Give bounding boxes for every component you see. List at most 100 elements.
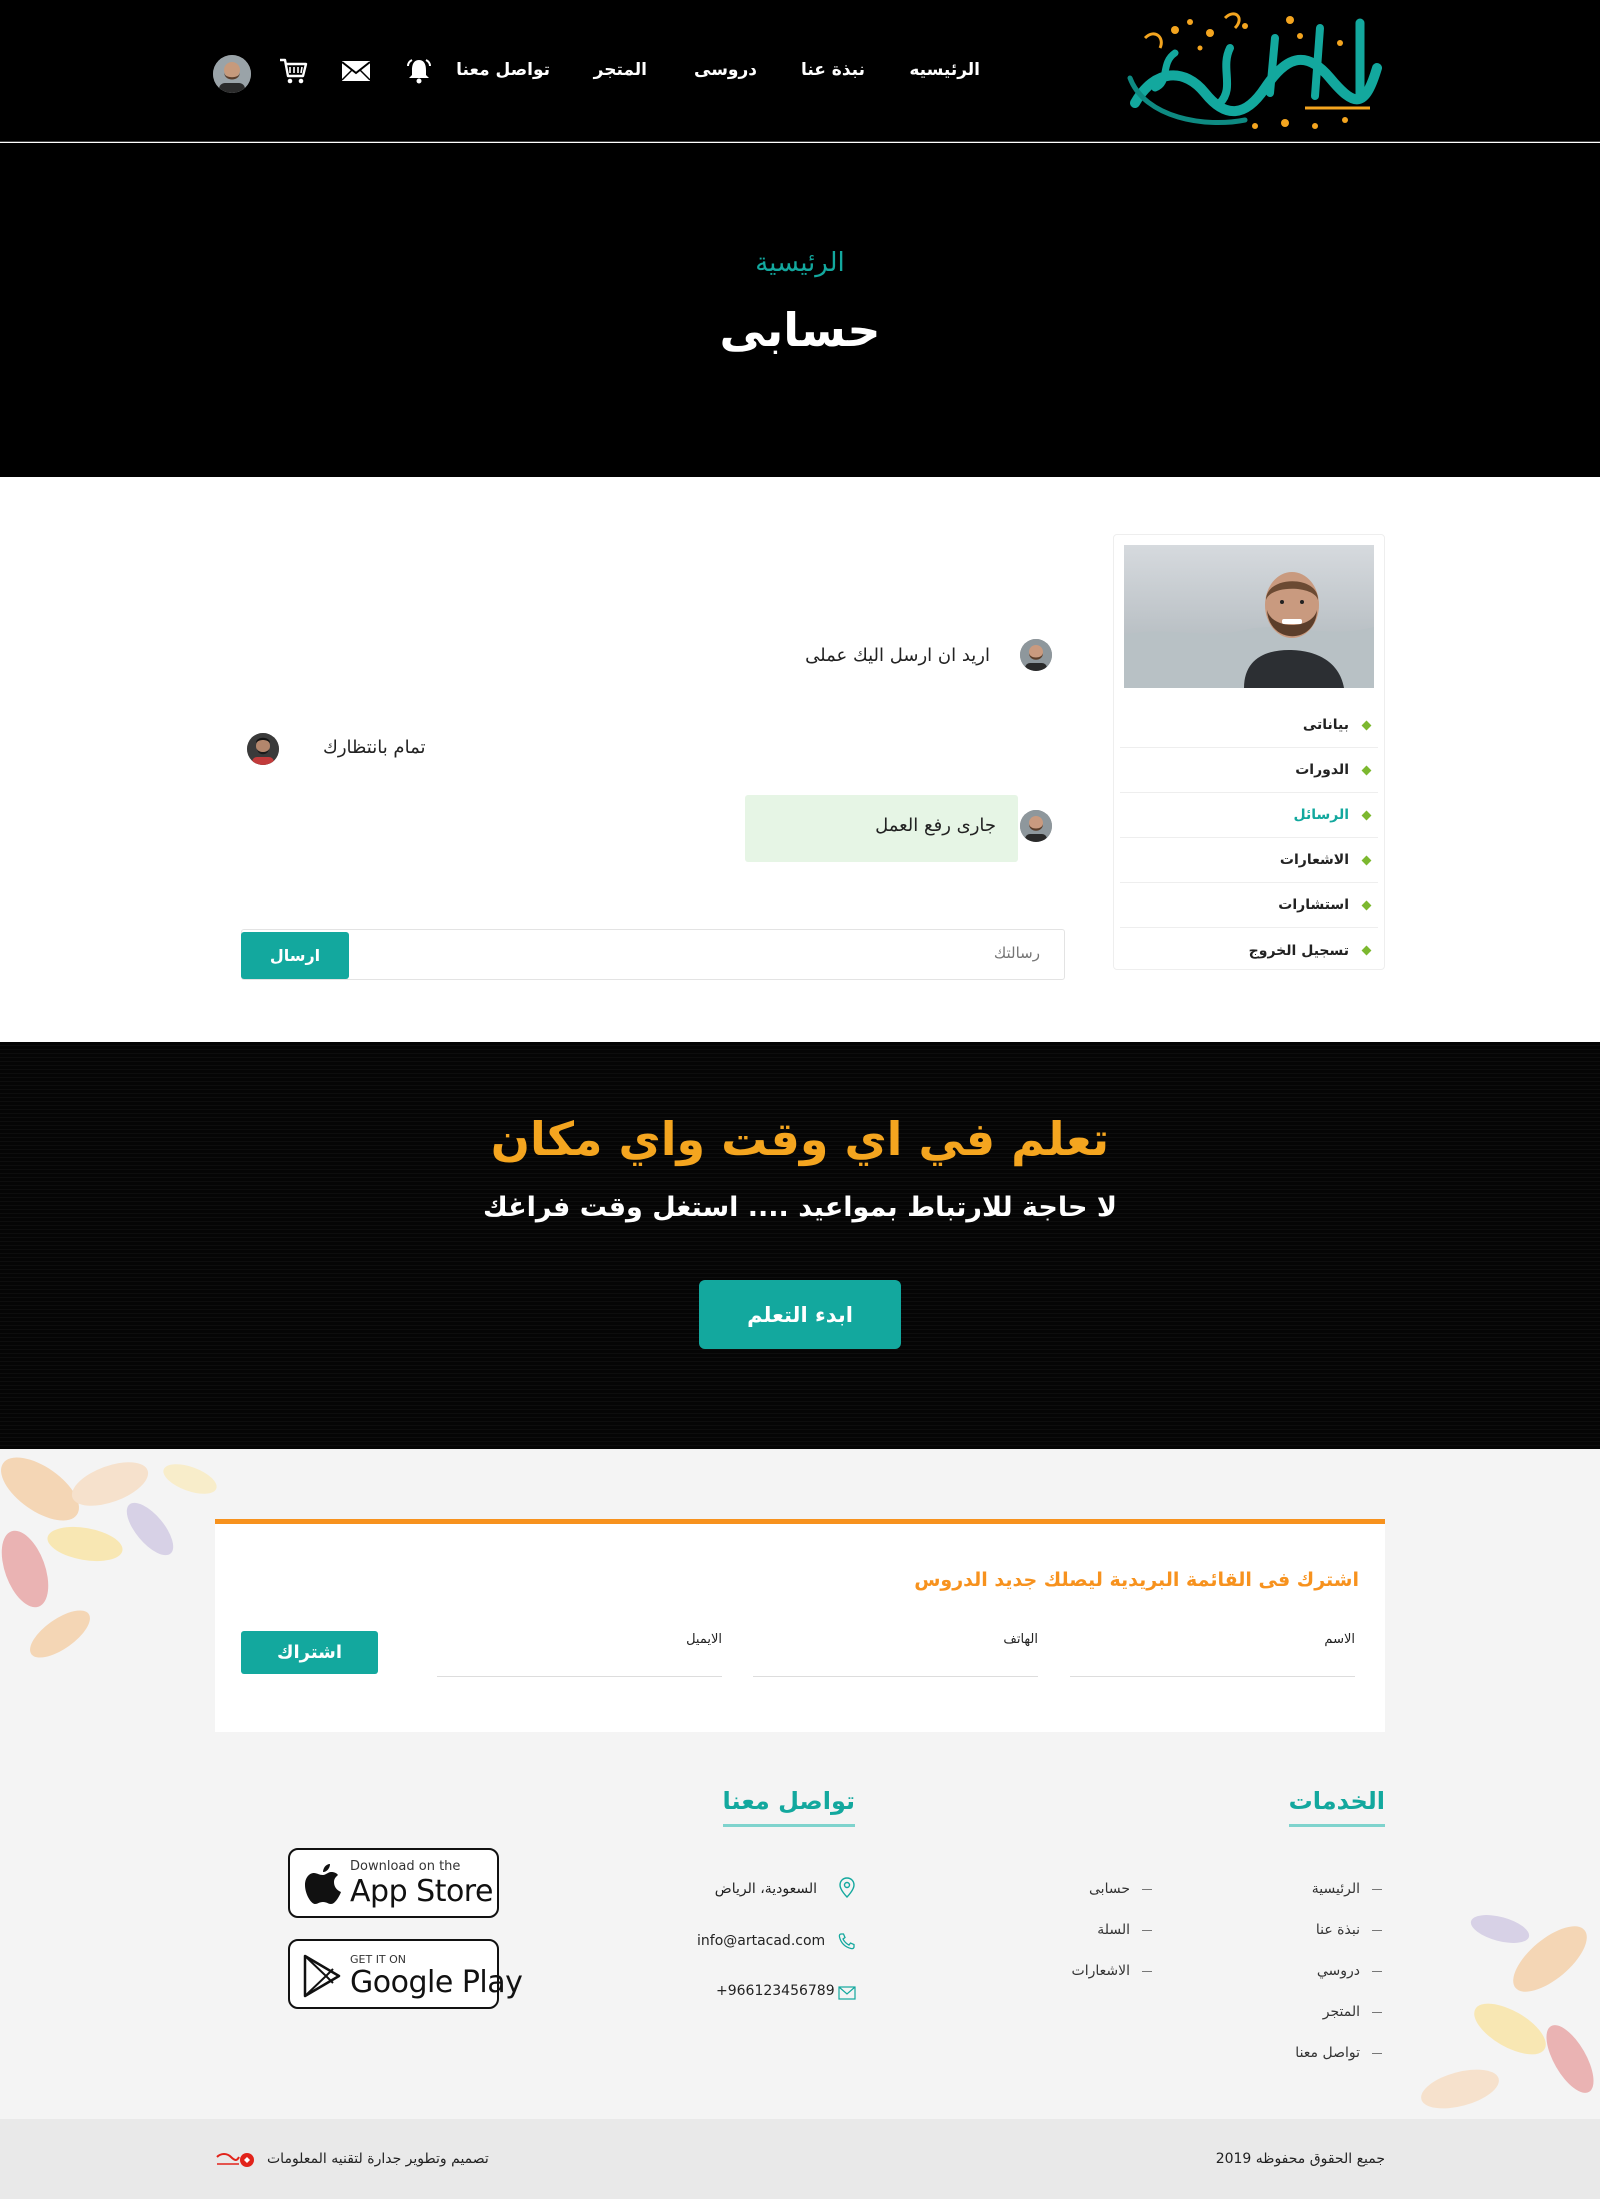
dash-icon [1142,1888,1152,1890]
footer-link-notifications[interactable]: الاشعارات [1072,1963,1152,1979]
cta-subheading: لا حاجة للارتباط بمواعيد .... استغل وقت … [483,1192,1117,1223]
mail-icon[interactable] [339,54,373,88]
message-input-box [241,929,1065,980]
account-sidebar: بياناتى الدورات الرسائل الاشعارات استشار… [1113,534,1385,970]
profile-photo [1124,545,1374,688]
subscribe-button[interactable]: اشتراك [241,1631,378,1674]
name-field[interactable]: الاسم [1070,1632,1355,1677]
sidebar-item-label: الدورات [1295,762,1349,778]
email-field-label: الايميل [686,1632,722,1647]
footer-link-contact[interactable]: تواصل معنا [1295,2045,1382,2061]
leaves-decoration [1421,1915,1594,2109]
phone-field-label: الهاتف [1003,1632,1038,1647]
bullet-icon [1361,720,1372,730]
footer-link-label: تواصل معنا [1295,2045,1360,2061]
bullet-icon [1361,855,1372,865]
copyright-text: جميع الحقوق محفوظه 2019 [1215,2151,1385,2167]
sidebar-item-messages[interactable]: الرسائل [1120,793,1378,838]
sidebar-item-label: الرسائل [1293,807,1349,823]
sidebar-item-logout[interactable]: تسجيل الخروج [1120,928,1378,973]
credit-text: تصميم وتطوير جدارة لتقنيه المعلومات [267,2151,489,2167]
app-store-badge[interactable]: Download on the App Store [288,1848,499,1918]
newsletter-title: اشترك فى القائمة البريدية ليصلك جديد الد… [914,1569,1359,1591]
footer-link-label: نبذة عنا [1315,1922,1360,1938]
dash-icon [1372,2011,1382,2013]
google-play-big-text: Google Play [350,1965,523,2000]
copyright-bar: جميع الحقوق محفوظه 2019 تصميم وتطوير جدا… [0,2119,1600,2199]
sidebar-item-notifications[interactable]: الاشعارات [1120,838,1378,883]
sidebar-item-my-data[interactable]: بياناتى [1120,703,1378,748]
contact-phone[interactable]: +966123456789 [716,1983,835,1999]
nav-contact[interactable]: تواصل معنا [456,60,550,80]
footer-link-label: المتجر [1322,2004,1360,2020]
footer-link-label: الاشعارات [1071,1963,1130,1979]
footer-link-label: السلة [1097,1922,1130,1938]
sidebar-item-label: استشارات [1278,897,1349,913]
bullet-icon [1361,945,1372,956]
user-avatar[interactable] [213,55,251,93]
sidebar-item-consultations[interactable]: استشارات [1120,883,1378,928]
sidebar-item-label: بياناتى [1302,717,1349,733]
nav-my-lessons[interactable]: دروسى [694,60,757,80]
footer-link-cart[interactable]: السلة [1097,1922,1152,1938]
envelope-icon [838,1985,856,2004]
site-logo[interactable] [1115,8,1385,136]
chat-message: جارى رفع العمل [875,815,996,836]
name-field-label: الاسم [1324,1632,1355,1647]
dash-icon [1372,1888,1382,1890]
message-input[interactable] [390,944,1040,962]
phone-field[interactable]: الهاتف [753,1632,1038,1677]
footer-link-account[interactable]: حسابى [1089,1881,1152,1897]
chat-message: اريد ان ارسل اليك عملى [805,645,990,666]
apple-icon [305,1864,341,1904]
location-icon [838,1877,856,1903]
bullet-icon [1361,765,1372,775]
send-button[interactable]: ارسال [241,932,349,979]
page-title: حسابى [719,303,881,357]
breadcrumb[interactable]: الرئيسية [0,248,1600,278]
footer-link-home[interactable]: الرئيسية [1312,1881,1382,1897]
nav-home[interactable]: الرئيسيه [909,60,980,80]
footer-link-about[interactable]: نبذة عنا [1316,1922,1382,1938]
cart-icon[interactable] [276,54,310,88]
sender-avatar [1020,639,1052,671]
footer-link-lessons[interactable]: دروسي [1317,1963,1382,1979]
google-play-badge[interactable]: GET IT ON Google Play [288,1939,523,2009]
recipient-avatar [247,733,279,765]
play-icon [303,1954,341,1998]
sidebar-item-courses[interactable]: الدورات [1120,748,1378,793]
site-header: الرئيسيه نبذة عنا دروسى المتجر تواصل معن… [0,0,1600,142]
nav-about[interactable]: نبذة عنا [801,60,865,80]
site-footer: اشترك فى القائمة البريدية ليصلك جديد الد… [0,1449,1600,2119]
newsletter-box: اشترك فى القائمة البريدية ليصلك جديد الد… [215,1519,1385,1732]
dash-icon [1142,1929,1152,1931]
learn-anytime-section: تعلم في اي وقت واي مكان لا حاجة للارتباط… [0,1042,1600,1449]
bullet-icon [1361,810,1372,820]
contact-email[interactable]: info@artacad.com [697,1933,825,1949]
bell-icon[interactable] [402,54,436,88]
footer-link-label: حسابى [1089,1881,1130,1897]
page-hero: الرئيسية حسابى [0,143,1600,477]
footer-link-label: الرئيسية [1311,1881,1360,1897]
sidebar-item-label: تسجيل الخروج [1248,942,1349,959]
footer-link-label: دروسي [1316,1963,1360,1979]
chat-message: تمام بانتظارك [323,737,426,758]
app-store-big-text: App Store [350,1874,493,1909]
email-field[interactable]: الايميل [437,1632,722,1677]
phone-icon [837,1931,857,1955]
cta-heading: تعلم في اي وقت واي مكان [490,1112,1110,1166]
contact-heading: تواصل معنا [722,1787,856,1827]
app-store-small-text: Download on the [350,1859,461,1874]
bullet-icon [1361,900,1372,910]
sidebar-item-label: الاشعارات [1279,852,1349,868]
jadara-logo[interactable] [215,2149,255,2171]
dash-icon [1372,1970,1382,1972]
dash-icon [1372,1929,1382,1931]
services-heading: الخدمات [1288,1787,1386,1827]
dash-icon [1372,2052,1382,2054]
footer-link-store[interactable]: المتجر [1323,2004,1382,2020]
nav-store[interactable]: المتجر [594,60,647,80]
dash-icon [1142,1970,1152,1972]
start-learning-button[interactable]: ابدء التعلم [699,1280,901,1349]
sender-avatar [1020,810,1052,842]
